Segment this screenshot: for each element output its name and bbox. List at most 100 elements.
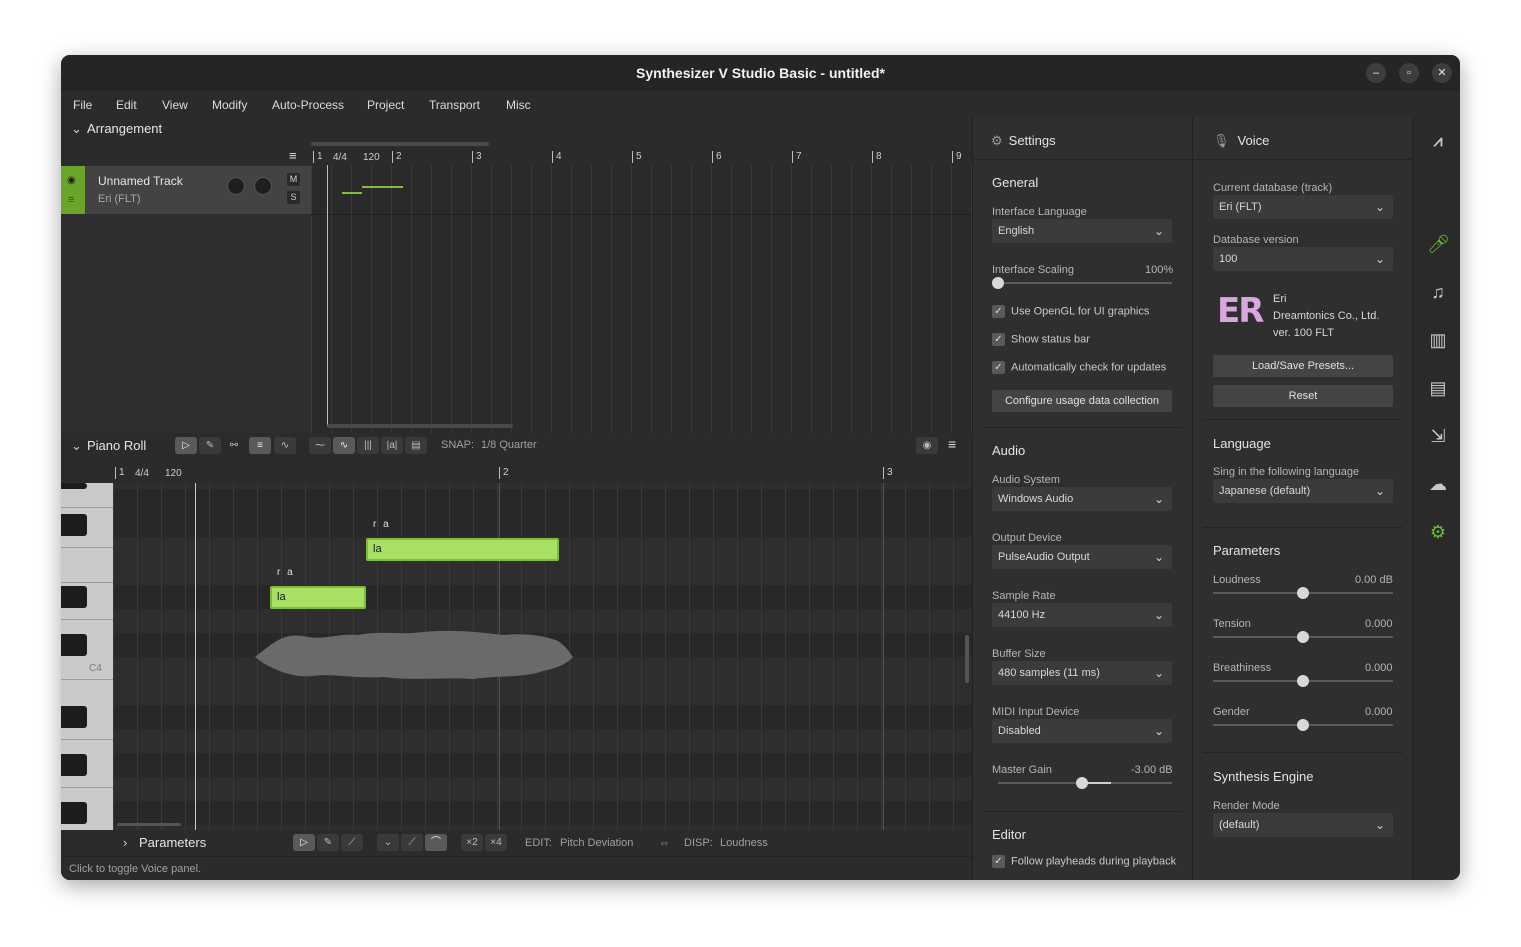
note[interactable]: la bbox=[366, 538, 559, 561]
cloud-icon[interactable]: ☁ bbox=[1427, 473, 1449, 495]
pan-knob[interactable] bbox=[254, 177, 272, 195]
param-select-icon[interactable]: ▷ bbox=[293, 834, 315, 851]
sample-rate-dropdown[interactable]: 44100 Hz ⌄ bbox=[992, 603, 1172, 627]
interface-scaling-slider[interactable] bbox=[998, 282, 1172, 284]
piano-keyboard[interactable]: C4 bbox=[61, 483, 113, 830]
gain-knob[interactable] bbox=[227, 177, 245, 195]
menu-modify[interactable]: Modify bbox=[212, 98, 247, 112]
piano-black-key[interactable] bbox=[61, 802, 87, 824]
arrangement-toggle[interactable]: ⌄ Arrangement bbox=[71, 121, 162, 137]
configure-usage-button[interactable]: Configure usage data collection bbox=[992, 390, 1172, 412]
waveform-icon[interactable]: ||| bbox=[357, 437, 379, 454]
menu-auto-process[interactable]: Auto-Process bbox=[272, 98, 344, 112]
track-header[interactable]: ◉ ≡ Unnamed Track Eri (FLT) M S bbox=[61, 166, 311, 214]
menu-view[interactable]: View bbox=[162, 98, 188, 112]
output-device-dropdown[interactable]: PulseAudio Output ⌄ bbox=[992, 545, 1172, 569]
microphone-icon[interactable]: 🎤︎ bbox=[1427, 233, 1450, 255]
render-icon[interactable]: ⇲ bbox=[1427, 425, 1449, 447]
arrangement-grid[interactable] bbox=[311, 165, 972, 433]
reset-button[interactable]: Reset bbox=[1213, 385, 1393, 407]
piano-black-key[interactable] bbox=[61, 706, 87, 728]
note[interactable]: la bbox=[270, 586, 366, 609]
param-vibrato-icon[interactable]: ⌄ bbox=[377, 834, 399, 851]
param-line-icon[interactable]: ⟋ bbox=[341, 834, 363, 851]
menu-edit[interactable]: Edit bbox=[116, 98, 137, 112]
status-bar-checkbox[interactable]: ✓ Show status bar bbox=[992, 333, 1090, 346]
menu-project[interactable]: Project bbox=[367, 98, 404, 112]
hamburger-menu-icon[interactable]: ≡ bbox=[289, 148, 297, 163]
arrangement-scrollbar[interactable] bbox=[327, 424, 513, 428]
slider-knob[interactable] bbox=[1076, 777, 1088, 789]
drag-handle-icon[interactable]: ≡ bbox=[68, 194, 74, 206]
edit-value[interactable]: Pitch Deviation bbox=[560, 837, 633, 849]
opengl-checkbox[interactable]: ✓ Use OpenGL for UI graphics bbox=[992, 305, 1149, 318]
piano-roll-toggle[interactable]: ⌄ Piano Roll bbox=[71, 438, 146, 454]
camera-icon[interactable]: ◉ bbox=[916, 437, 938, 454]
menu-misc[interactable]: Misc bbox=[506, 98, 531, 112]
buffer-size-dropdown[interactable]: 480 samples (11 ms) ⌄ bbox=[992, 661, 1172, 685]
mute-button[interactable]: M bbox=[287, 173, 300, 186]
arrangement-hscroll[interactable] bbox=[311, 142, 489, 146]
vertical-scrollbar[interactable] bbox=[965, 635, 969, 683]
menu-transport[interactable]: Transport bbox=[429, 98, 480, 112]
hamburger-menu-icon[interactable]: ≡ bbox=[948, 436, 956, 452]
param-curve-icon[interactable]: ⟋ bbox=[401, 834, 423, 851]
audio-system-dropdown[interactable]: Windows Audio ⌄ bbox=[992, 487, 1172, 511]
piano-black-key[interactable] bbox=[61, 514, 87, 536]
playhead[interactable] bbox=[327, 165, 328, 427]
pitch-deviation-icon[interactable]: ∿ bbox=[333, 437, 355, 454]
pitch-curve-icon[interactable]: ⁓ bbox=[309, 437, 331, 454]
snap-value[interactable]: 1/8 Quarter bbox=[481, 439, 537, 451]
link-tool-icon[interactable]: ⚯ bbox=[223, 437, 245, 454]
dropdown-value: Disabled bbox=[998, 725, 1041, 737]
curve-tool-icon[interactable]: ∿ bbox=[274, 437, 296, 454]
slider-knob[interactable] bbox=[1297, 675, 1309, 687]
version-dropdown[interactable]: 100 ⌄ bbox=[1213, 247, 1393, 271]
auto-update-checkbox[interactable]: ✓ Automatically check for updates bbox=[992, 361, 1166, 374]
minimize-button[interactable]: – bbox=[1366, 63, 1386, 83]
horizontal-scrollbar[interactable] bbox=[117, 823, 181, 826]
slider-knob[interactable] bbox=[1297, 719, 1309, 731]
piano-black-key[interactable] bbox=[61, 483, 87, 489]
piano-roll-ruler[interactable]: 1 4/4 120 2 3 bbox=[113, 467, 972, 483]
track-note-preview bbox=[362, 186, 403, 188]
maximize-button[interactable]: ▫ bbox=[1399, 63, 1419, 83]
track-name[interactable]: Unnamed Track bbox=[98, 174, 183, 188]
gear-icon[interactable]: ⚙ bbox=[1427, 521, 1449, 543]
piano-black-key[interactable] bbox=[61, 634, 87, 656]
piano-roll-grid[interactable]: r a la r a la bbox=[113, 483, 972, 830]
piano-black-key[interactable] bbox=[61, 754, 87, 776]
swap-icon[interactable]: ⇔ bbox=[659, 837, 670, 849]
language-dropdown[interactable]: Japanese (default) ⌄ bbox=[1213, 479, 1393, 503]
parameters-toggle[interactable]: › Parameters bbox=[123, 835, 206, 850]
render-mode-dropdown[interactable]: (default) ⌄ bbox=[1213, 813, 1393, 837]
solo-button[interactable]: S bbox=[287, 191, 300, 204]
follow-playheads-checkbox[interactable]: ✓ Follow playheads during playback bbox=[992, 855, 1176, 868]
param-pen-icon[interactable]: ✎ bbox=[317, 834, 339, 851]
slider-knob[interactable] bbox=[1297, 587, 1309, 599]
menu-file[interactable]: File bbox=[73, 98, 92, 112]
interface-language-dropdown[interactable]: English ⌄ bbox=[992, 219, 1172, 243]
close-button[interactable]: ✕ bbox=[1432, 63, 1452, 83]
arrangement-ruler[interactable]: 1 4/4 120 2 3 4 5 6 7 8 9 bbox=[311, 151, 972, 165]
select-tool-icon[interactable]: ▷ bbox=[175, 437, 197, 454]
pen-tool-icon[interactable]: ✎ bbox=[199, 437, 221, 454]
param-smooth-icon[interactable]: ⌒ bbox=[425, 834, 447, 851]
load-save-presets-button[interactable]: Load/Save Presets... bbox=[1213, 355, 1393, 377]
notebook-icon[interactable]: ▤ bbox=[1427, 377, 1449, 399]
library-icon[interactable]: ▥ bbox=[1427, 329, 1449, 351]
slider-knob[interactable] bbox=[992, 277, 1004, 289]
midi-dropdown[interactable]: Disabled ⌄ bbox=[992, 719, 1172, 743]
disp-value[interactable]: Loudness bbox=[720, 837, 768, 849]
slider-knob[interactable] bbox=[1297, 631, 1309, 643]
clapper-icon[interactable]: ▤ bbox=[405, 437, 427, 454]
phoneme-icon[interactable]: |a| bbox=[381, 437, 403, 454]
voice-panel: 🎙 Voice Current database (track) Eri (FLT… bbox=[1192, 117, 1413, 880]
x2-button[interactable]: ×2 bbox=[461, 834, 483, 851]
x4-button[interactable]: ×4 bbox=[485, 834, 507, 851]
music-note-icon[interactable]: ♫ bbox=[1427, 281, 1449, 303]
note-tool-icon[interactable]: ≡ bbox=[249, 437, 271, 454]
piano-black-key[interactable] bbox=[61, 586, 87, 608]
database-dropdown[interactable]: Eri (FLT) ⌄ bbox=[1213, 195, 1393, 219]
track-voice: Eri (FLT) bbox=[98, 193, 141, 205]
